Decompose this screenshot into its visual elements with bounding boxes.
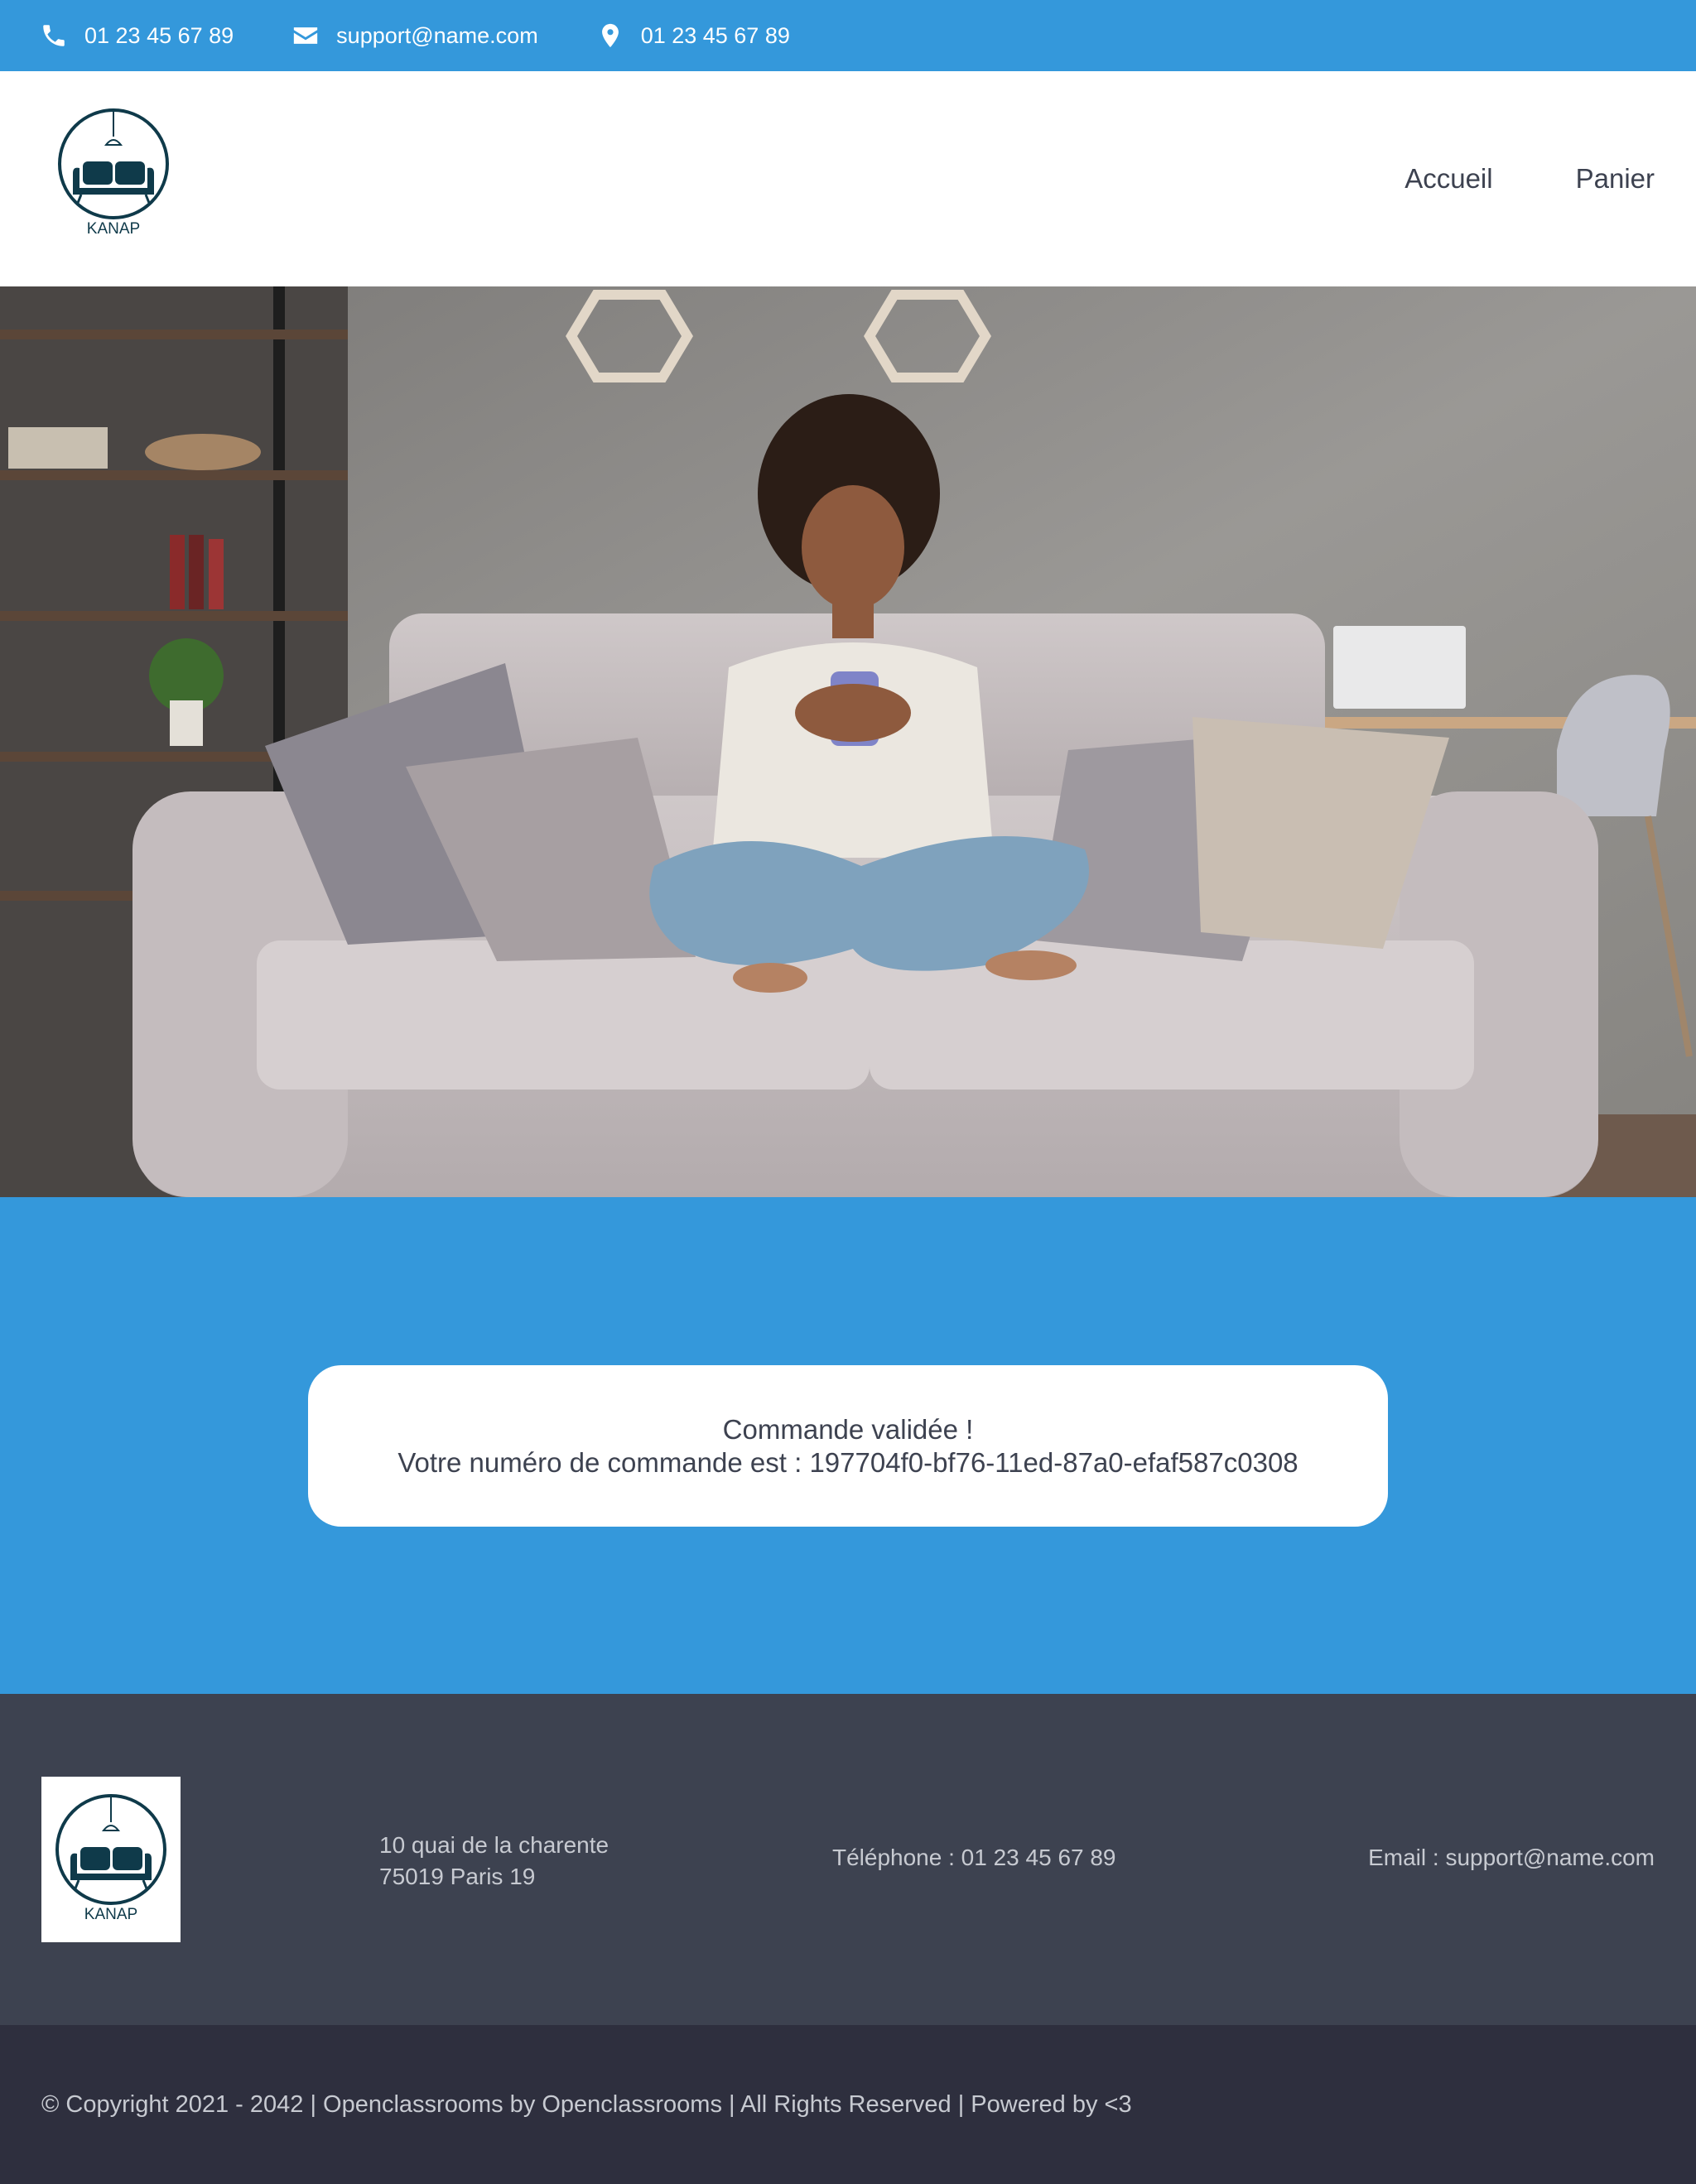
topbar-phone[interactable]: 01 23 45 67 89 <box>40 22 234 50</box>
nav-home-link[interactable]: Accueil <box>1404 163 1492 195</box>
order-confirmation-card: Commande validée ! Votre numéro de comma… <box>308 1365 1388 1527</box>
living-room-sofa-illustration <box>0 286 1696 1197</box>
kanap-logo[interactable]: KANAP <box>55 108 172 241</box>
hero-banner-image <box>0 286 1696 1197</box>
footer-address-line2: 75019 Paris 19 <box>379 1864 536 1889</box>
footer-logo-text: KANAP <box>84 1906 137 1923</box>
logo-text: KANAP <box>87 220 140 238</box>
order-id: 197704f0-bf76-11ed-87a0-efaf587c0308 <box>809 1446 1298 1478</box>
topbar-email[interactable]: support@name.com <box>292 22 538 50</box>
order-number-line: Votre numéro de commande est : 197704f0-… <box>398 1446 1298 1479</box>
footer-sofa-lamp-logo-icon: KANAP <box>55 1794 166 1923</box>
copyright-text: © Copyright 2021 - 2042 | Openclassrooms… <box>41 2090 1132 2118</box>
phone-icon <box>43 25 65 46</box>
copyright-bar: © Copyright 2021 - 2042 | Openclassrooms… <box>0 2025 1696 2184</box>
footer-address: 10 quai de la charente 75019 Paris 19 <box>379 1830 609 1893</box>
nav-cart-link[interactable]: Panier <box>1576 163 1655 195</box>
footer-email: Email : support@name.com <box>1368 1845 1655 1870</box>
site-footer: KANAP 10 quai de la charente 75019 Paris… <box>0 1694 1696 2025</box>
site-header: KANAP Accueil Panier <box>0 71 1696 286</box>
main-nav: Accueil Panier <box>1322 71 1655 286</box>
top-contact-bar: 01 23 45 67 89 support@name.com 01 23 45… <box>0 0 1696 71</box>
map-pin-icon <box>601 23 619 48</box>
footer-address-line1: 10 quai de la charente <box>379 1832 610 1858</box>
topbar-location-text: 01 23 45 67 89 <box>640 22 790 48</box>
confirmation-section: Commande validée ! Votre numéro de comma… <box>0 1197 1696 1694</box>
order-number-prefix: Votre numéro de commande est : <box>398 1446 810 1478</box>
footer-logo[interactable]: KANAP <box>41 1777 181 1942</box>
topbar-email-text: support@name.com <box>336 22 538 48</box>
footer-telephone: Téléphone : 01 23 45 67 89 <box>832 1845 1116 1870</box>
envelope-icon <box>294 27 318 44</box>
confirmation-title: Commande validée ! <box>722 1413 974 1445</box>
topbar-phone-text: 01 23 45 67 89 <box>84 22 234 48</box>
topbar-location[interactable]: 01 23 45 67 89 <box>596 22 790 50</box>
sofa-lamp-logo-icon: KANAP <box>58 108 169 238</box>
